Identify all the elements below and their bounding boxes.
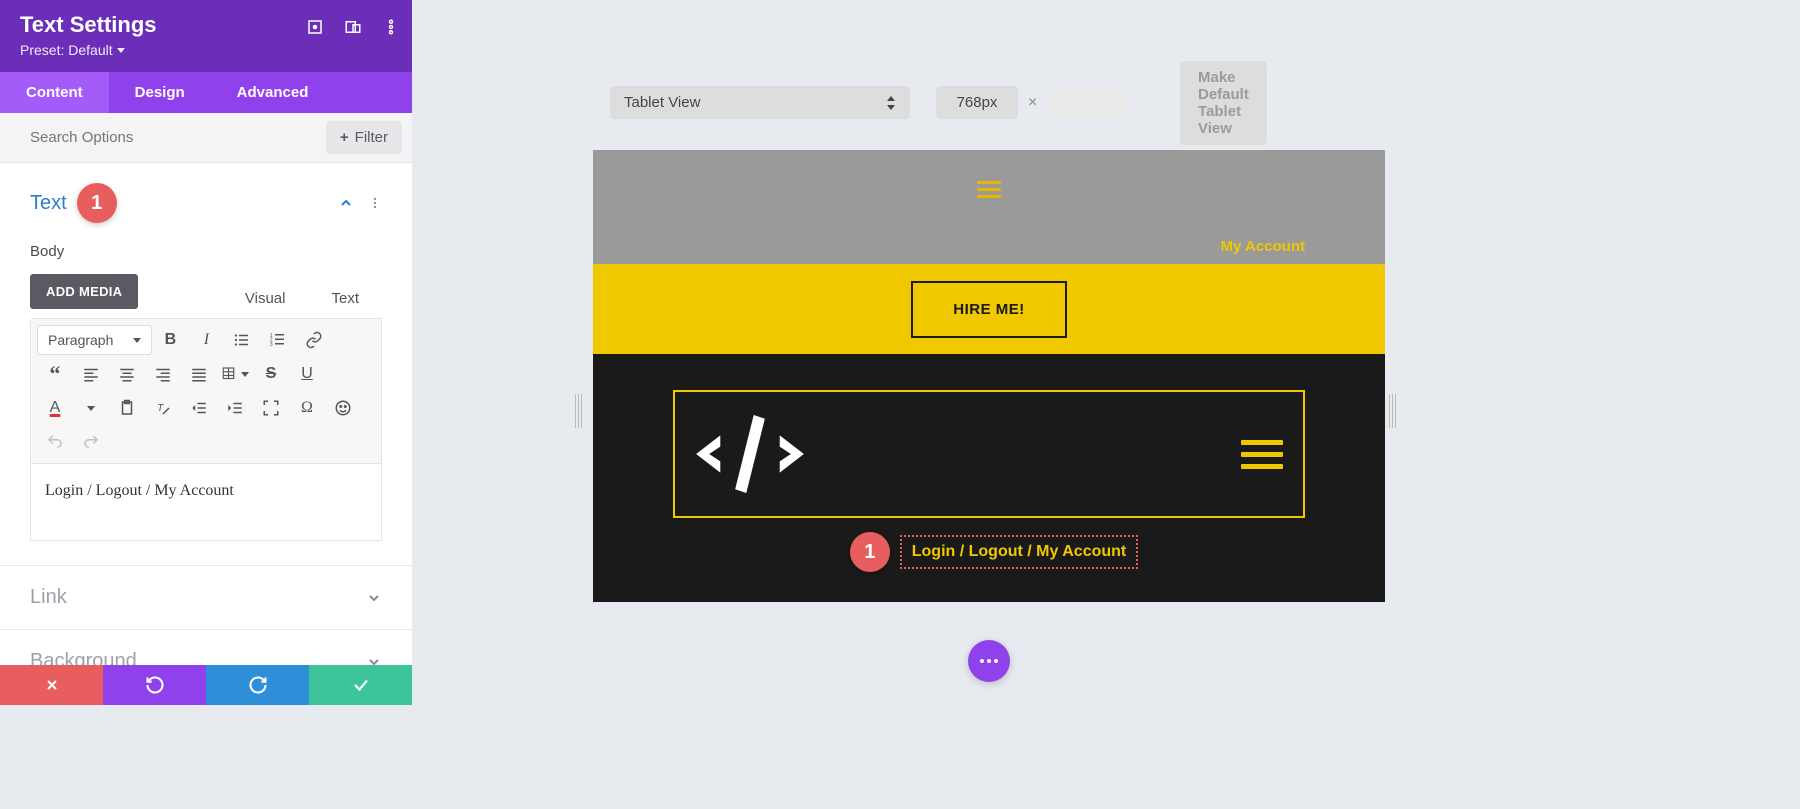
editor-content[interactable]: Login / Logout / My Account (30, 464, 382, 541)
chevron-down-icon (117, 48, 125, 53)
redo-action-button[interactable] (206, 665, 309, 705)
site-account-bar: My Account (593, 228, 1385, 264)
strike-button[interactable]: S (253, 359, 289, 389)
textcolor-button[interactable]: A (37, 393, 73, 423)
add-media-button[interactable]: ADD MEDIA (30, 274, 138, 309)
hamburger-menu-icon[interactable] (977, 181, 1001, 198)
align-left-button[interactable] (73, 359, 109, 389)
outdent-button[interactable] (181, 393, 217, 423)
underline-button[interactable]: U (289, 359, 325, 389)
login-text-module[interactable]: Login / Logout / My Account (900, 535, 1138, 569)
tab-design[interactable]: Design (109, 72, 211, 113)
body-label: Body (30, 243, 382, 260)
redo-button[interactable] (73, 427, 109, 457)
annotation-badge-1: 1 (850, 532, 890, 572)
hamburger-menu-icon[interactable] (1241, 440, 1283, 469)
section-text-header[interactable]: Text 1 (0, 163, 412, 243)
cancel-button[interactable] (0, 665, 103, 705)
chevron-up-icon (338, 195, 354, 211)
svg-text:3: 3 (270, 342, 273, 348)
align-right-button[interactable] (145, 359, 181, 389)
specialchar-button[interactable]: Ω (289, 393, 325, 423)
make-default-button[interactable]: Make Default Tablet View (1180, 61, 1267, 145)
dimension-x-icon: × (1028, 94, 1037, 112)
section-link-title: Link (30, 586, 67, 609)
editor-tab-text[interactable]: Text (308, 279, 382, 318)
clearformat-button[interactable]: T (145, 393, 181, 423)
section-text-title: Text (30, 192, 67, 215)
table-button[interactable] (217, 359, 253, 389)
editor-toolbar: Paragraph B I 123 “ S (30, 318, 382, 464)
tab-advanced[interactable]: Advanced (211, 72, 335, 113)
annotation-badge-1: 1 (77, 183, 117, 223)
tab-content[interactable]: Content (0, 72, 109, 113)
fullscreen-button[interactable] (253, 393, 289, 423)
hire-me-button[interactable]: HIRE ME! (911, 281, 1067, 338)
site-topbar (593, 150, 1385, 228)
italic-button[interactable]: I (188, 325, 224, 355)
quote-button[interactable]: “ (37, 359, 73, 389)
align-justify-button[interactable] (181, 359, 217, 389)
more-vert-icon[interactable] (368, 195, 382, 211)
resize-handle-right[interactable] (1389, 394, 1403, 428)
undo-action-button[interactable] (103, 665, 206, 705)
bold-button[interactable]: B (152, 325, 188, 355)
chevron-down-icon (366, 590, 382, 606)
site-main-nav: 1 Login / Logout / My Account (593, 354, 1385, 602)
preview-canvas: My Account HIRE ME! 1 Login / Logout / M… (593, 150, 1385, 602)
align-center-button[interactable] (109, 359, 145, 389)
filter-button[interactable]: +Filter (326, 121, 402, 154)
undo-button[interactable] (37, 427, 73, 457)
ulist-button[interactable] (224, 325, 260, 355)
format-select[interactable]: Paragraph (37, 325, 152, 355)
select-arrows-icon (886, 96, 896, 110)
preset-dropdown[interactable]: Preset: Default (20, 42, 392, 58)
textcolor-picker[interactable] (73, 393, 109, 423)
olist-button[interactable]: 123 (260, 325, 296, 355)
code-logo-icon (685, 404, 815, 504)
panel-header: Text Settings Preset: Default (0, 0, 412, 72)
panel-tabs: Content Design Advanced (0, 72, 412, 113)
more-vert-icon[interactable] (382, 18, 400, 36)
chevron-down-icon (133, 338, 141, 343)
search-input[interactable] (30, 129, 326, 146)
link-button[interactable] (296, 325, 332, 355)
page-settings-fab[interactable] (968, 640, 1010, 682)
my-account-link[interactable]: My Account (1221, 238, 1305, 255)
emoji-button[interactable] (325, 393, 361, 423)
indent-button[interactable] (217, 393, 253, 423)
paste-button[interactable] (109, 393, 145, 423)
section-link-header[interactable]: Link (0, 566, 412, 629)
view-select[interactable]: Tablet View (610, 86, 910, 119)
expand-icon[interactable] (306, 18, 324, 36)
responsive-icon[interactable] (344, 18, 362, 36)
height-input[interactable] (1047, 86, 1129, 119)
resize-handle-left[interactable] (575, 394, 589, 428)
site-hire-bar: HIRE ME! (593, 264, 1385, 354)
save-button[interactable] (309, 665, 412, 705)
width-input[interactable] (936, 86, 1018, 119)
editor-tab-visual[interactable]: Visual (222, 279, 309, 318)
